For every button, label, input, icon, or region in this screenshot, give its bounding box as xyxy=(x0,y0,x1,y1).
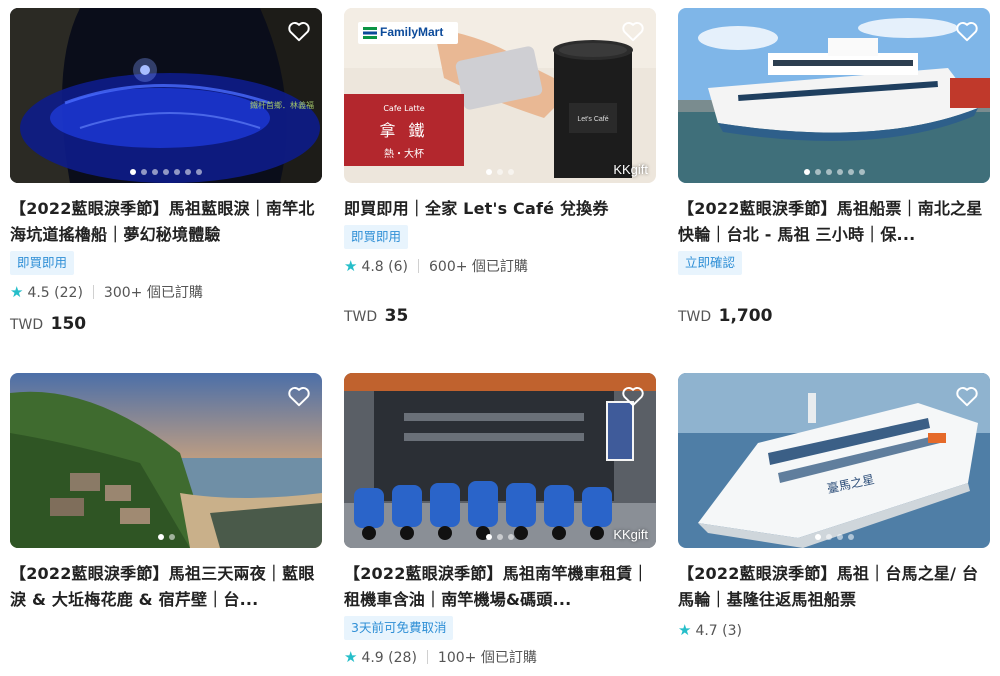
carousel-dots[interactable] xyxy=(10,534,322,540)
booked-count: 100+ 個已訂購 xyxy=(437,650,537,666)
carousel-dots[interactable] xyxy=(678,534,990,540)
product-title[interactable]: 【2022藍眼淚季節】馬祖｜台馬之星/ 台馬輪｜基隆往返馬祖船票 xyxy=(678,561,990,613)
kkgift-watermark: KKgift xyxy=(613,162,648,177)
product-card-blue-tears-boat[interactable]: 鐵杆首鄉．林義福 【2022藍眼淚季節】馬祖藍眼淚｜南竿北海坑道搖櫓船｜夢幻秘境… xyxy=(10,8,322,335)
star-icon: ★ xyxy=(10,283,24,301)
booked-count: 600+ 個已訂購 xyxy=(429,259,528,275)
rating-value: 4.5 xyxy=(27,285,50,301)
heart-outline-icon[interactable] xyxy=(620,18,646,44)
product-title[interactable]: 【2022藍眼淚季節】馬祖藍眼淚｜南竿北海坑道搖櫓船｜夢幻秘境體驗 xyxy=(10,196,322,248)
review-count: (28) xyxy=(388,650,417,666)
rating-row: ★ 4.9 (28) 100+ 個已訂購 xyxy=(344,646,656,668)
price: TWD 35 xyxy=(344,305,656,327)
rating-value: 4.7 xyxy=(695,623,718,639)
carousel-dots[interactable] xyxy=(678,169,990,175)
star-icon: ★ xyxy=(344,648,358,666)
carousel-dots[interactable] xyxy=(344,534,656,540)
product-image[interactable]: Let's Café FamilyMart Cafe Latte 拿 鐵 熱・大… xyxy=(344,8,656,183)
review-count: (22) xyxy=(54,285,83,301)
instant-confirm-badge: 立即確認 xyxy=(678,251,743,275)
heart-outline-icon[interactable] xyxy=(620,383,646,409)
free-cancellation-badge: 3天前可免費取消 xyxy=(344,616,454,640)
product-image[interactable] xyxy=(10,373,322,548)
instant-use-badge: 即買即用 xyxy=(344,225,409,249)
product-image[interactable]: 臺馬之星 xyxy=(678,373,990,548)
svg-text:Let's Café: Let's Café xyxy=(577,116,608,123)
product-image[interactable]: KKgift xyxy=(344,373,656,548)
price-amount: 1,700 xyxy=(718,306,773,326)
booked-count: 300+ 個已訂購 xyxy=(103,285,203,301)
product-card-ferry-ticket[interactable]: 【2022藍眼淚季節】馬祖船票｜南北之星快輪｜台北 - 馬祖 三小時｜保... … xyxy=(678,8,990,327)
scooter-shop-photo xyxy=(344,373,656,548)
price-amount: 150 xyxy=(50,314,87,334)
village-coast-photo xyxy=(10,373,322,548)
product-card-scooter-rental[interactable]: KKgift 【2022藍眼淚季節】馬祖南竿機車租賃｜租機車含油｜南竿機場&碼頭… xyxy=(344,373,656,668)
heart-outline-icon[interactable] xyxy=(954,383,980,409)
familymart-logo: FamilyMart xyxy=(358,22,458,44)
cave-blue-tears-photo: 鐵杆首鄉．林義福 xyxy=(10,8,322,183)
product-title[interactable]: 【2022藍眼淚季節】馬祖船票｜南北之星快輪｜台北 - 馬祖 三小時｜保... xyxy=(678,196,990,248)
price-amount: 35 xyxy=(384,306,409,326)
rating-row: ★ 4.8 (6) 600+ 個已訂購 xyxy=(344,255,656,277)
product-grid: 鐵杆首鄉．林義福 【2022藍眼淚季節】馬祖藍眼淚｜南竿北海坑道搖櫓船｜夢幻秘境… xyxy=(0,0,1000,676)
photo-credit: 鐵杆首鄉．林義福 xyxy=(250,100,314,110)
review-count: (6) xyxy=(388,259,409,275)
product-title[interactable]: 【2022藍眼淚季節】馬祖三天兩夜｜藍眼淚 & 大坵梅花鹿 & 宿芹壁｜台... xyxy=(10,561,322,613)
product-image[interactable]: 鐵杆首鄉．林義福 xyxy=(10,8,322,183)
product-card-matsu-3d2n[interactable]: 【2022藍眼淚季節】馬祖三天兩夜｜藍眼淚 & 大坵梅花鹿 & 宿芹壁｜台... xyxy=(10,373,322,613)
carousel-dots[interactable] xyxy=(10,169,322,175)
product-title[interactable]: 即買即用｜全家 Let's Café 兌換券 xyxy=(344,196,656,222)
currency: TWD xyxy=(678,309,712,325)
currency: TWD xyxy=(344,309,378,325)
cafe-latte-label: Cafe Latte 拿 鐵 熱・大杯 xyxy=(344,94,464,166)
product-title[interactable]: 【2022藍眼淚季節】馬祖南竿機車租賃｜租機車含油｜南竿機場&碼頭... xyxy=(344,561,656,613)
review-count: (3) xyxy=(722,623,743,639)
carousel-dots[interactable] xyxy=(344,169,656,175)
price: TWD 1,700 xyxy=(678,305,990,327)
product-card-familymart-coffee[interactable]: Let's Café FamilyMart Cafe Latte 拿 鐵 熱・大… xyxy=(344,8,656,327)
rating-row: ★ 4.5 (22) 300+ 個已訂購 xyxy=(10,281,322,303)
price: TWD 150 xyxy=(10,313,322,335)
currency: TWD xyxy=(10,317,44,333)
kkgift-watermark: KKgift xyxy=(613,527,648,542)
rating-row: ★ 4.7 (3) xyxy=(678,619,990,641)
rating-value: 4.9 xyxy=(361,650,384,666)
product-card-taima-ferry[interactable]: 臺馬之星 【2022藍眼淚季節】馬祖｜台馬之星/ 台馬輪｜基隆往返馬祖船票 ★ 4… xyxy=(678,373,990,641)
heart-outline-icon[interactable] xyxy=(286,18,312,44)
rating-value: 4.8 xyxy=(361,259,384,275)
product-image[interactable] xyxy=(678,8,990,183)
star-icon: ★ xyxy=(678,621,692,639)
instant-use-badge: 即買即用 xyxy=(10,251,75,275)
heart-outline-icon[interactable] xyxy=(286,383,312,409)
ferry-photo xyxy=(678,8,990,183)
taima-ship-photo: 臺馬之星 xyxy=(678,373,990,548)
star-icon: ★ xyxy=(344,257,358,275)
heart-outline-icon[interactable] xyxy=(954,18,980,44)
